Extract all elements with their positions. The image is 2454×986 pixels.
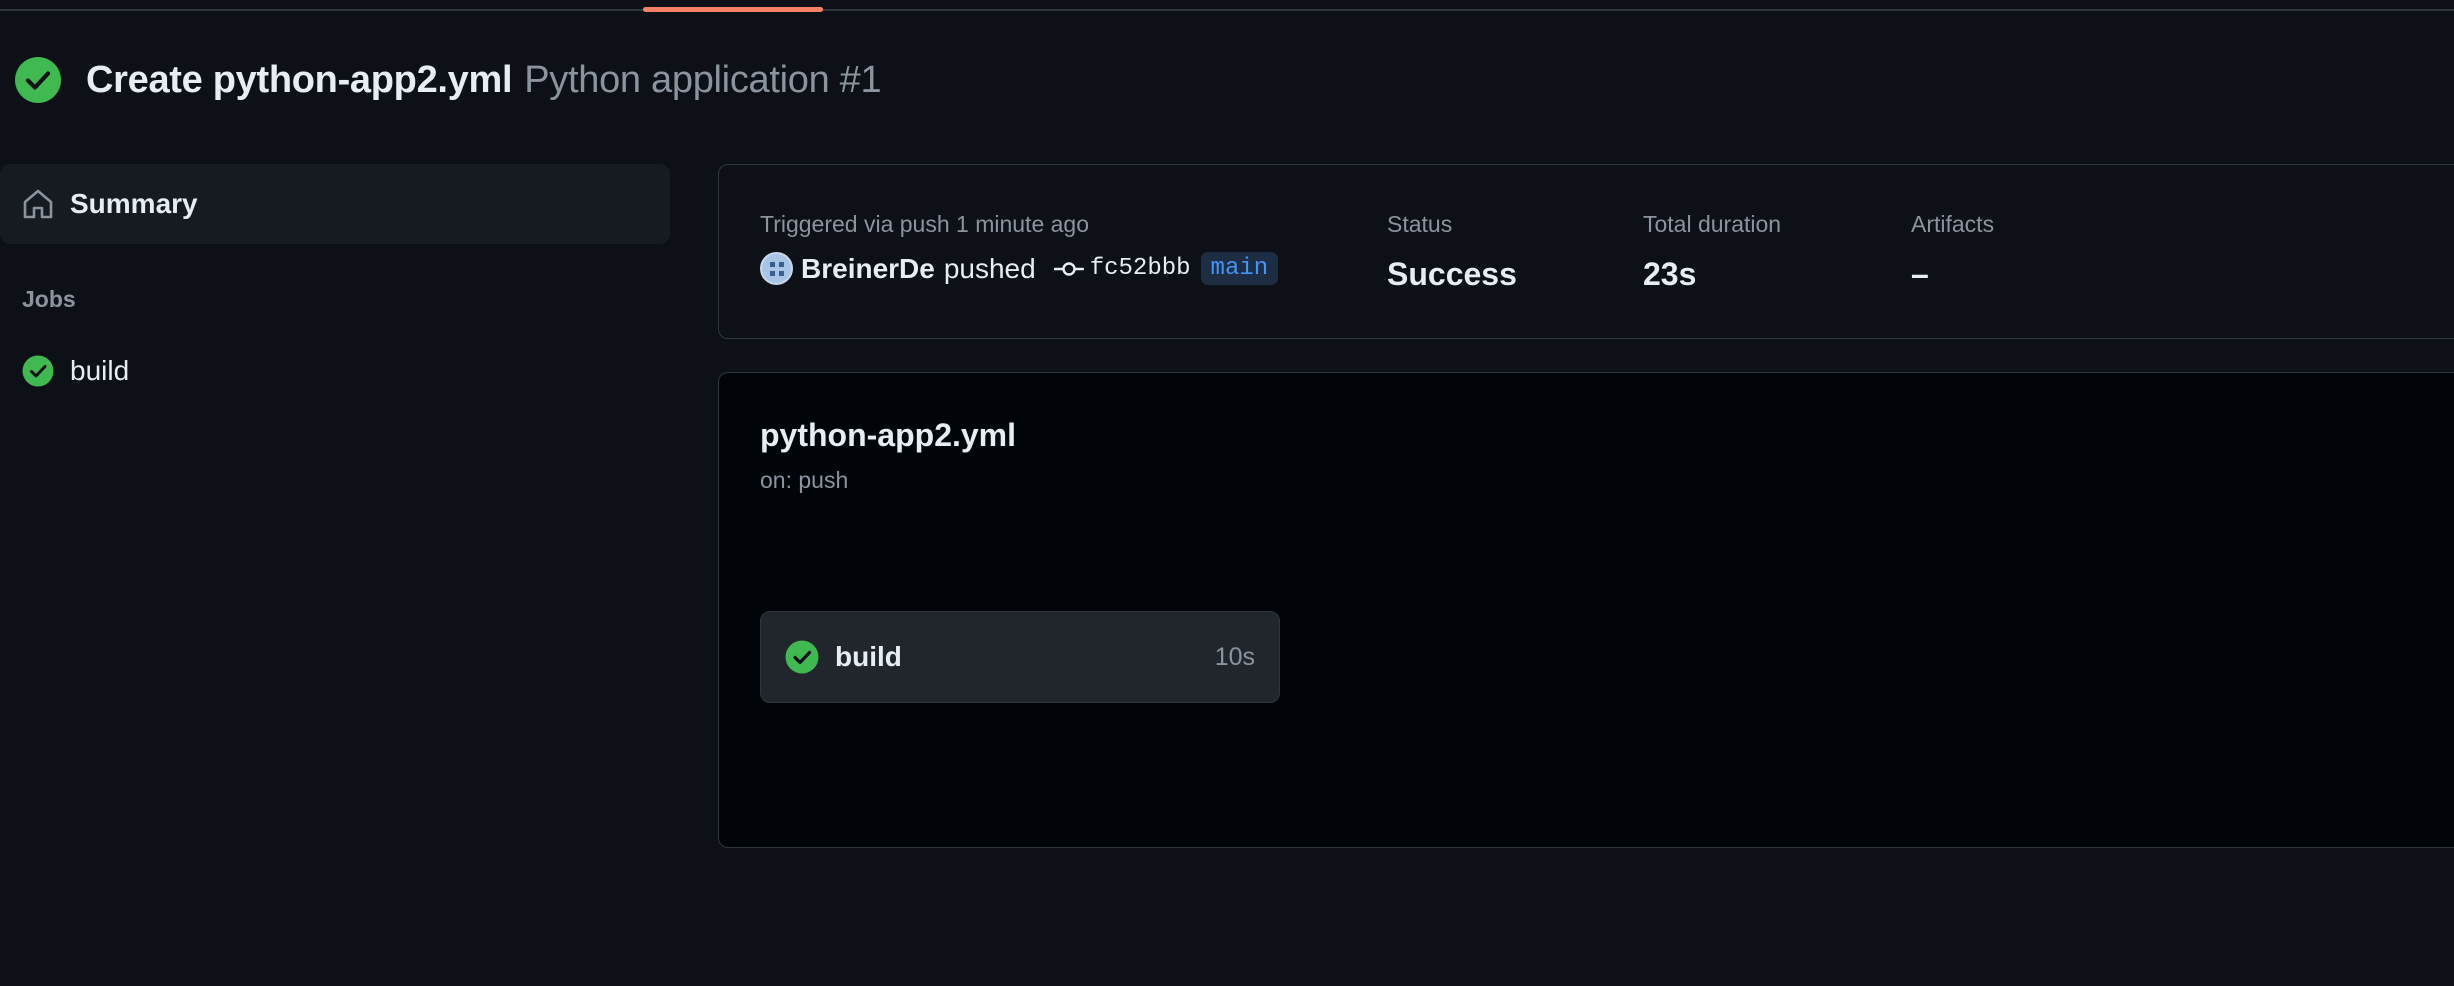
- status-label: Status: [1387, 211, 1453, 237]
- sidebar-item-label: Summary: [70, 188, 198, 219]
- duration-value: 23s: [1643, 256, 1697, 292]
- duration-column: Total duration 23s: [1643, 211, 1781, 293]
- workflow-graph: python-app2.yml on: push build 10s: [718, 372, 2454, 848]
- artifacts-label: Artifacts: [1911, 211, 1995, 237]
- check-circle-icon: [15, 57, 61, 103]
- status-column: Status Success: [1387, 211, 1517, 293]
- jobs-heading: Jobs: [22, 286, 76, 312]
- commit-sha-link[interactable]: fc52bbb: [1090, 255, 1191, 282]
- check-circle-icon: [785, 640, 819, 674]
- trigger-details: BreinerDe pushed fc52bbb main: [760, 252, 1279, 285]
- artifacts-value: –: [1911, 256, 1929, 292]
- duration-label: Total duration: [1643, 211, 1782, 237]
- run-title-row: Create python-app2.yml Python applicatio…: [14, 50, 882, 110]
- branch-badge[interactable]: main: [1200, 252, 1279, 285]
- actor-link[interactable]: BreinerDe: [801, 253, 935, 285]
- job-node-duration: 10s: [1214, 642, 1255, 671]
- trigger-action: pushed: [943, 252, 1036, 284]
- page-title: Create python-app2.yml: [86, 58, 513, 101]
- workflow-run-name: Python application #1: [524, 58, 882, 101]
- avatar[interactable]: [760, 252, 793, 285]
- job-node-label: build: [835, 641, 902, 672]
- artifacts-column: Artifacts –: [1911, 211, 1994, 293]
- sidebar-item-label: build: [70, 355, 130, 386]
- sidebar-item-summary[interactable]: Summary: [0, 164, 670, 244]
- workflow-file-name[interactable]: python-app2.yml: [760, 417, 1016, 454]
- run-summary-card: Triggered via push 1 minute ago BreinerD…: [718, 164, 2454, 339]
- header-divider: [0, 9, 2454, 11]
- git-commit-icon: [1053, 261, 1084, 276]
- home-icon: [23, 189, 53, 219]
- job-node-build[interactable]: build 10s: [760, 611, 1280, 703]
- trigger-label: Triggered via push 1 minute ago: [760, 211, 1090, 237]
- check-circle-icon: [22, 355, 54, 387]
- workflow-trigger: on: push: [760, 467, 849, 493]
- status-value: Success: [1387, 256, 1517, 292]
- sidebar-item-build[interactable]: build: [0, 351, 670, 391]
- active-tab-indicator: [643, 7, 823, 12]
- trigger-info: Triggered via push 1 minute ago BreinerD…: [760, 211, 1279, 285]
- sidebar: Summary Jobs build: [0, 164, 670, 391]
